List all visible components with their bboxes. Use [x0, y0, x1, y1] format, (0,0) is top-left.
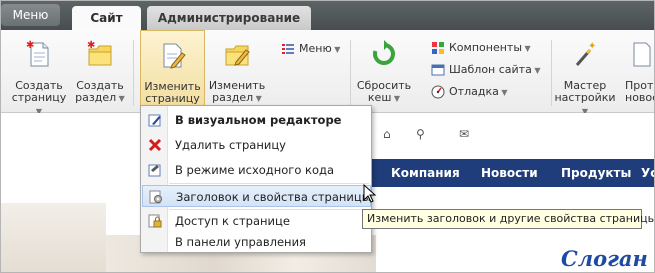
new-page-icon: ✱ — [26, 40, 49, 67]
site-slogan: Слоган — [561, 246, 648, 271]
header-photo-left — [1, 203, 106, 272]
document-icon — [633, 42, 651, 67]
menu-item-label: В панели управления — [175, 235, 306, 249]
search-icon[interactable]: ⚲ — [416, 127, 425, 141]
svg-text:✱: ✱ — [87, 40, 95, 51]
chevron-down-icon: ▼ — [531, 66, 541, 75]
main-menu-button[interactable]: Меню — [1, 4, 60, 26]
menu-item-label: Доступ к странице — [175, 214, 290, 228]
refresh-icon — [373, 40, 395, 65]
chevron-down-icon: ▼ — [498, 88, 508, 97]
setup-wizard-label-2: настройки — [554, 91, 616, 104]
visual-editor-icon — [148, 114, 161, 127]
delete-icon — [148, 138, 162, 152]
lock-icon — [148, 214, 162, 228]
chevron-down-icon: ▼ — [391, 94, 401, 103]
menu-item-control-panel[interactable]: В панели управления — [142, 231, 371, 253]
mail-icon[interactable]: ✉ — [459, 127, 469, 141]
nav-item-products[interactable]: Продукты — [561, 159, 631, 187]
menu-item-visual-editor[interactable]: В визуальном редакторе — [142, 109, 371, 131]
clipped-toolbar-button[interactable]: Прото новое — [621, 30, 654, 112]
edit-page-icon — [163, 43, 186, 69]
menu-item-label: В визуальном редакторе — [175, 113, 342, 127]
tab-site[interactable]: Сайт — [72, 6, 141, 30]
gauge-icon — [431, 85, 445, 99]
edit-page-button[interactable]: Изменить страницу ▼ — [140, 30, 205, 117]
tooltip: Изменить заголовок и другие свойства стр… — [362, 209, 654, 229]
site-template-label: Шаблон сайта — [449, 63, 532, 76]
site-template-button[interactable]: Шаблон сайта ▼ — [431, 61, 546, 79]
edit-folder-icon — [225, 45, 250, 66]
components-button[interactable]: Компоненты ▼ — [431, 39, 541, 57]
toolbar-divider — [551, 40, 552, 106]
create-section-label-2: раздел — [75, 91, 117, 104]
svg-text:✦: ✦ — [588, 41, 596, 52]
toolbar-divider — [133, 40, 134, 106]
nav-item-news[interactable]: Новости — [481, 159, 538, 187]
home-icon[interactable]: ⌂ — [383, 127, 391, 141]
dropdown-separator — [169, 183, 369, 184]
svg-text:✱: ✱ — [26, 40, 34, 51]
menu-item-label: Удалить страницу — [175, 138, 286, 152]
edit-section-label-2: раздел — [212, 91, 254, 104]
mouse-cursor-icon — [363, 184, 377, 203]
template-icon — [431, 64, 445, 76]
admin-panel-frame: Меню Сайт Администрирование ✱ Создать ст… — [0, 0, 655, 273]
menu-item-source-code[interactable]: В режиме исходного кода — [142, 159, 371, 181]
menu-button-label: Меню — [299, 42, 332, 55]
reset-cache-label-2: кеш — [367, 91, 392, 104]
chevron-down-icon: ▼ — [522, 44, 531, 53]
chevron-down-icon: ▼ — [253, 94, 262, 103]
menu-item-page-properties[interactable]: Заголовок и свойства страницы — [142, 185, 371, 207]
menu-list-icon — [282, 44, 294, 54]
new-folder-icon: ✱ — [87, 40, 112, 66]
menu-item-label: В режиме исходного кода — [175, 163, 335, 177]
setup-wizard-button[interactable]: ✦ Мастер настройки ▼ — [554, 30, 616, 116]
toolbar-divider — [350, 40, 351, 106]
reset-cache-button[interactable]: Сбросить кеш ▼ — [354, 30, 414, 112]
magic-wand-icon: ✦ — [575, 41, 596, 66]
tab-administration[interactable]: Администрирование — [147, 6, 311, 30]
panel-tab-strip: Меню Сайт Администрирование — [1, 1, 654, 30]
edit-section-button[interactable]: Изменить раздел ▼ — [207, 30, 267, 112]
create-page-label-2: страницу — [11, 91, 67, 104]
page-properties-icon — [149, 190, 162, 204]
chevron-down-icon: ▼ — [116, 94, 125, 103]
menu-item-page-access[interactable]: Доступ к странице — [142, 210, 371, 232]
components-label: Компоненты — [449, 41, 523, 54]
chevron-down-icon: ▼ — [331, 45, 341, 54]
create-section-button[interactable]: ✱ Создать раздел ▼ — [71, 30, 129, 112]
menu-item-delete-page[interactable]: Удалить страницу — [142, 134, 371, 156]
source-code-icon — [148, 164, 161, 177]
panel-toolbar: ✱ Создать страницу ▼ ✱ Создать раздел ▼ — [1, 30, 654, 117]
components-icon — [432, 42, 444, 54]
nav-item-company[interactable]: Компания — [391, 159, 460, 187]
site-navbar: Компания Новости Продукты Ус — [371, 159, 654, 187]
menu-button[interactable]: Меню ▼ — [281, 40, 351, 58]
menu-item-label: Заголовок и свойства страницы — [176, 190, 371, 204]
edit-page-dropdown: В визуальном редакторе Удалить страницу … — [140, 105, 372, 253]
nav-item-services[interactable]: Ус — [641, 159, 654, 187]
debug-button[interactable]: Отладка ▼ — [431, 83, 521, 101]
debug-label: Отладка — [449, 85, 499, 98]
edit-page-label-2: страницу — [145, 92, 200, 105]
clipped-label-2: новое — [625, 91, 654, 104]
create-page-button[interactable]: ✱ Создать страницу ▼ — [9, 30, 69, 116]
